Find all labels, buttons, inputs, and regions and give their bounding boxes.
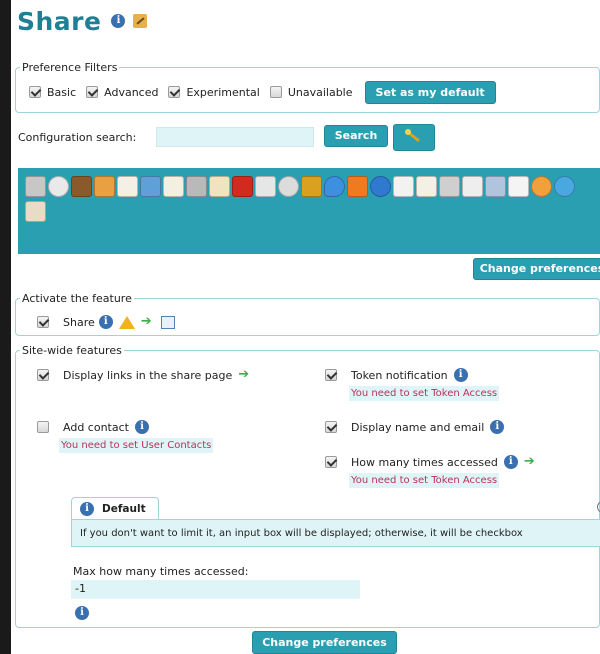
change-preferences-button-bottom[interactable]: Change preferences (252, 631, 397, 654)
comment-bubble-icon[interactable] (324, 176, 345, 197)
warning-icon (118, 315, 135, 329)
option-token-notification: Token notification i (325, 367, 468, 383)
people-icon[interactable] (485, 176, 506, 197)
default-tab[interactable]: i Default (71, 497, 159, 519)
filter-unavailable-checkbox[interactable] (269, 86, 282, 98)
help-icon[interactable]: i (98, 315, 113, 329)
search-button[interactable]: Search (324, 125, 388, 147)
help-icon[interactable]: i (75, 606, 89, 620)
display-name-email-label: Display name and email (351, 420, 485, 434)
filter-basic-label: Basic (47, 85, 77, 99)
page: Share i Preference Filters Basic Advance… (11, 0, 600, 654)
document-icon[interactable] (160, 315, 175, 329)
set-default-button[interactable]: Set as my default (364, 80, 496, 104)
report-icon[interactable] (416, 176, 437, 197)
option-how-many-times: How many times accessed i ➔ (325, 454, 538, 470)
add-contact-label: Add contact (63, 420, 129, 434)
power-icon[interactable] (48, 176, 69, 197)
how-many-times-warning: You need to set Token Access (349, 473, 500, 488)
max-times-input[interactable]: -1 (71, 580, 360, 599)
add-contact-warning: You need to set User Contacts (59, 438, 214, 453)
feature-share-checkbox[interactable] (37, 316, 49, 328)
wand-button[interactable] (393, 124, 435, 151)
rss-icon[interactable] (347, 176, 368, 197)
token-notification-warning: You need to set Token Access (349, 386, 500, 401)
filter-advanced-checkbox[interactable] (86, 86, 99, 98)
layout-icon[interactable] (255, 176, 276, 197)
add-contact-checkbox[interactable] (37, 421, 49, 433)
contact-card-icon[interactable] (25, 201, 46, 222)
edit-pencil-icon[interactable] (163, 176, 184, 197)
activate-feature-legend: Activate the feature (22, 292, 132, 305)
key-icon[interactable] (301, 176, 322, 197)
arrow-right-icon[interactable]: ➔ (524, 455, 538, 468)
change-preferences-button-top[interactable]: Change preferences (473, 258, 600, 280)
puzzle-icon[interactable] (186, 176, 207, 197)
feature-share-row: Share i ➔ (37, 314, 175, 330)
web-globe-icon[interactable] (554, 176, 575, 197)
config-search-input[interactable] (156, 127, 314, 147)
help-icon[interactable]: i (503, 455, 518, 469)
filter-unavailable-label: Unavailable (287, 85, 353, 99)
stopwatch-icon[interactable] (278, 176, 299, 197)
window-icon[interactable] (508, 176, 529, 197)
help-icon[interactable]: i (134, 420, 149, 434)
filter-advanced-label: Advanced (104, 85, 159, 99)
max-times-label: Max how many times accessed: (73, 565, 249, 578)
option-display-name-email: Display name and email i (325, 419, 505, 435)
package-icon[interactable] (439, 176, 460, 197)
users-icon[interactable] (94, 176, 115, 197)
document-scroll-icon[interactable] (117, 176, 138, 197)
option-display-links: Display links in the share page ➔ (37, 367, 252, 383)
feature-share-label: Share (63, 315, 95, 329)
help-icon[interactable]: i (490, 420, 505, 434)
filter-experimental-label: Experimental (186, 85, 260, 99)
display-links-checkbox[interactable] (37, 369, 49, 381)
display-name-email-checkbox[interactable] (325, 421, 337, 433)
how-many-times-label: How many times accessed (351, 455, 498, 469)
option-add-contact: Add contact i (37, 419, 149, 435)
token-notification-label: Token notification (351, 368, 448, 382)
globe-map-icon[interactable] (370, 176, 391, 197)
arrow-right-icon[interactable]: ➔ (141, 315, 155, 328)
config-search-label: Configuration search: (18, 131, 137, 144)
filters-row: Basic Advanced Experimental Unavailable … (29, 80, 496, 104)
filter-basic-checkbox[interactable] (29, 86, 41, 98)
info-icon: i (80, 501, 94, 516)
token-notification-checkbox[interactable] (325, 369, 337, 381)
default-tab-label: Default (102, 502, 146, 515)
how-many-times-checkbox[interactable] (325, 456, 337, 468)
default-message: If you don't want to limit it, an input … (71, 519, 600, 547)
tools-icon[interactable] (25, 176, 46, 197)
title-row: Share i (17, 4, 148, 38)
help-icon[interactable]: i (111, 14, 126, 28)
magic-wand-icon (405, 129, 420, 143)
clock-arrow-icon[interactable] (531, 176, 552, 197)
magnifier-icon[interactable] (393, 176, 414, 197)
help-icon[interactable]: i (453, 368, 468, 382)
book-icon[interactable] (462, 176, 483, 197)
edit-icon[interactable] (133, 14, 148, 28)
display-links-label: Display links in the share page (63, 368, 233, 382)
admin-toolbar (18, 168, 600, 254)
page-title: Share (17, 6, 102, 36)
site-wide-legend: Site-wide features (22, 344, 122, 357)
flag-icon[interactable] (232, 176, 253, 197)
preference-filters-legend: Preference Filters (22, 61, 118, 74)
id-card-icon[interactable] (209, 176, 230, 197)
filter-experimental-checkbox[interactable] (168, 86, 181, 98)
arrow-right-icon[interactable]: ➔ (238, 368, 252, 381)
door-exit-icon[interactable] (71, 176, 92, 197)
image-gallery-icon[interactable] (140, 176, 161, 197)
